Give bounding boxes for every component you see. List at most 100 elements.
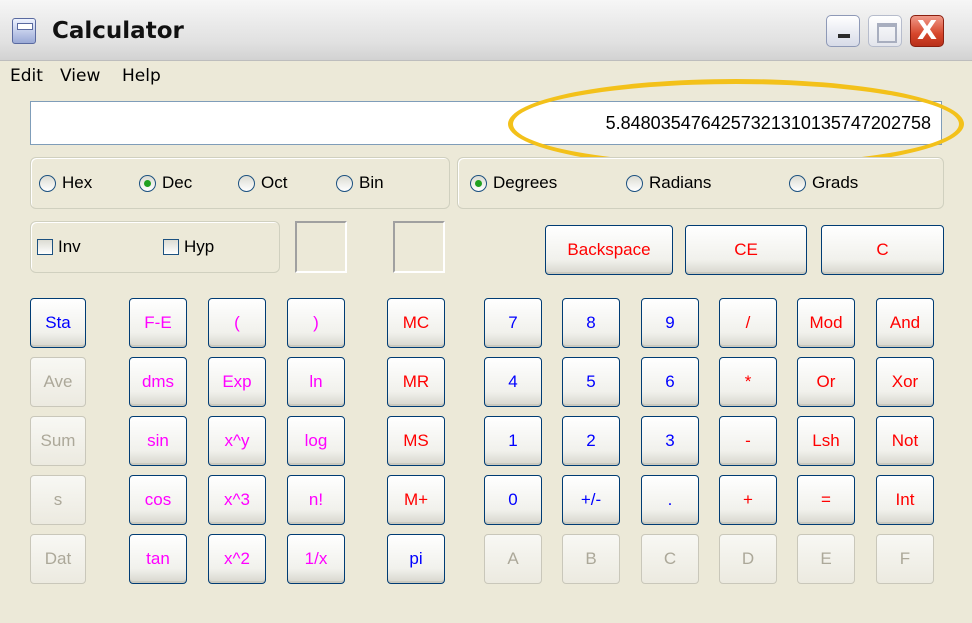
calculator-app-icon: [12, 18, 36, 44]
maximize-button[interactable]: [868, 15, 902, 47]
key-and-button[interactable]: And: [876, 298, 934, 348]
open-paren-button[interactable]: (: [208, 298, 266, 348]
sign-toggle-button[interactable]: +/-: [562, 475, 620, 525]
calculator-window: Calculator X Edit View Help 5.8480354764…: [0, 0, 972, 623]
add-button[interactable]: +: [719, 475, 777, 525]
hyp-label: Hyp: [184, 237, 215, 256]
angle-units-group: Degrees Radians Grads: [457, 157, 944, 209]
menu-view[interactable]: View: [60, 66, 100, 86]
modifier-group: Inv Hyp: [30, 221, 280, 273]
decimal-point-button[interactable]: .: [641, 475, 699, 525]
ms-button[interactable]: MS: [387, 416, 445, 466]
menu-edit[interactable]: Edit: [10, 66, 43, 86]
hex-f-button: F: [876, 534, 934, 584]
ln-button[interactable]: ln: [287, 357, 345, 407]
radio-hex-label: Hex: [62, 173, 93, 192]
radio-oct-dot: [238, 174, 255, 192]
f-e-button[interactable]: F-E: [129, 298, 187, 348]
key-mod-button[interactable]: Mod: [797, 298, 855, 348]
radio-grads-label: Grads: [812, 173, 859, 192]
title-bar[interactable]: Calculator X: [0, 0, 972, 61]
key-6-button[interactable]: 6: [641, 357, 699, 407]
radio-grads-dot: [789, 174, 806, 192]
radio-degrees-dot: [470, 174, 487, 192]
key-2-button[interactable]: 2: [562, 416, 620, 466]
hex-d-button: D: [719, 534, 777, 584]
window-title: Calculator: [52, 18, 184, 44]
radio-dec-dot: [139, 174, 156, 192]
equals-button[interactable]: =: [797, 475, 855, 525]
radio-radians-dot: [626, 174, 643, 192]
subtract-button[interactable]: -: [719, 416, 777, 466]
minimize-button[interactable]: [826, 15, 860, 47]
key-4-button[interactable]: 4: [484, 357, 542, 407]
log-button[interactable]: log: [287, 416, 345, 466]
stat-sta-button[interactable]: Sta: [30, 298, 86, 348]
hex-e-button: E: [797, 534, 855, 584]
cos-button[interactable]: cos: [129, 475, 187, 525]
radio-degrees[interactable]: Degrees: [470, 173, 557, 193]
highlight-ellipse: [508, 79, 964, 169]
radio-dec-label: Dec: [162, 173, 193, 192]
hex-c-button: C: [641, 534, 699, 584]
memory-indicator: [393, 221, 445, 273]
divide-button[interactable]: /: [719, 298, 777, 348]
multiply-button[interactable]: *: [719, 357, 777, 407]
key-or-button[interactable]: Or: [797, 357, 855, 407]
square-button[interactable]: x^2: [208, 534, 266, 584]
stat-ave-button: Ave: [30, 357, 86, 407]
mr-button[interactable]: MR: [387, 357, 445, 407]
tan-button[interactable]: tan: [129, 534, 187, 584]
radio-bin[interactable]: Bin: [336, 173, 384, 193]
radio-hex-dot: [39, 174, 56, 192]
key-1-button[interactable]: 1: [484, 416, 542, 466]
dms-button[interactable]: dms: [129, 357, 187, 407]
hyp-checkbox[interactable]: Hyp: [163, 237, 214, 257]
exp-button[interactable]: Exp: [208, 357, 266, 407]
hyp-checkbox-box: [163, 239, 179, 255]
key-int-button[interactable]: Int: [876, 475, 934, 525]
radio-grads[interactable]: Grads: [789, 173, 858, 193]
menu-help[interactable]: Help: [122, 66, 161, 86]
key-5-button[interactable]: 5: [562, 357, 620, 407]
radio-bin-dot: [336, 174, 353, 192]
stat-sum-button: Sum: [30, 416, 86, 466]
radio-degrees-label: Degrees: [493, 173, 558, 192]
pi-button[interactable]: pi: [387, 534, 445, 584]
reciprocal-button[interactable]: 1/x: [287, 534, 345, 584]
radio-radians-label: Radians: [649, 173, 712, 192]
parenthesis-indicator: [295, 221, 347, 273]
key-8-button[interactable]: 8: [562, 298, 620, 348]
hex-b-button: B: [562, 534, 620, 584]
mc-button[interactable]: MC: [387, 298, 445, 348]
radio-bin-label: Bin: [359, 173, 384, 192]
close-button[interactable]: X: [910, 15, 944, 47]
power-button[interactable]: x^y: [208, 416, 266, 466]
radio-radians[interactable]: Radians: [626, 173, 711, 193]
key-lsh-button[interactable]: Lsh: [797, 416, 855, 466]
key-3-button[interactable]: 3: [641, 416, 699, 466]
close-paren-button[interactable]: ): [287, 298, 345, 348]
inv-label: Inv: [58, 237, 81, 256]
hex-a-button: A: [484, 534, 542, 584]
key-7-button[interactable]: 7: [484, 298, 542, 348]
number-system-group: Hex Dec Oct Bin: [30, 157, 450, 209]
key-0-button[interactable]: 0: [484, 475, 542, 525]
factorial-button[interactable]: n!: [287, 475, 345, 525]
radio-hex[interactable]: Hex: [39, 173, 92, 193]
clear-entry-button[interactable]: CE: [685, 225, 807, 275]
radio-dec[interactable]: Dec: [139, 173, 192, 193]
stat-s-button: s: [30, 475, 86, 525]
inv-checkbox[interactable]: Inv: [37, 237, 81, 257]
key-xor-button[interactable]: Xor: [876, 357, 934, 407]
radio-oct-label: Oct: [261, 173, 288, 192]
backspace-button[interactable]: Backspace: [545, 225, 673, 275]
radio-oct[interactable]: Oct: [238, 173, 287, 193]
m-button[interactable]: M+: [387, 475, 445, 525]
cube-button[interactable]: x^3: [208, 475, 266, 525]
key-not-button[interactable]: Not: [876, 416, 934, 466]
key-9-button[interactable]: 9: [641, 298, 699, 348]
stat-dat-button: Dat: [30, 534, 86, 584]
clear-button[interactable]: C: [821, 225, 944, 275]
sin-button[interactable]: sin: [129, 416, 187, 466]
